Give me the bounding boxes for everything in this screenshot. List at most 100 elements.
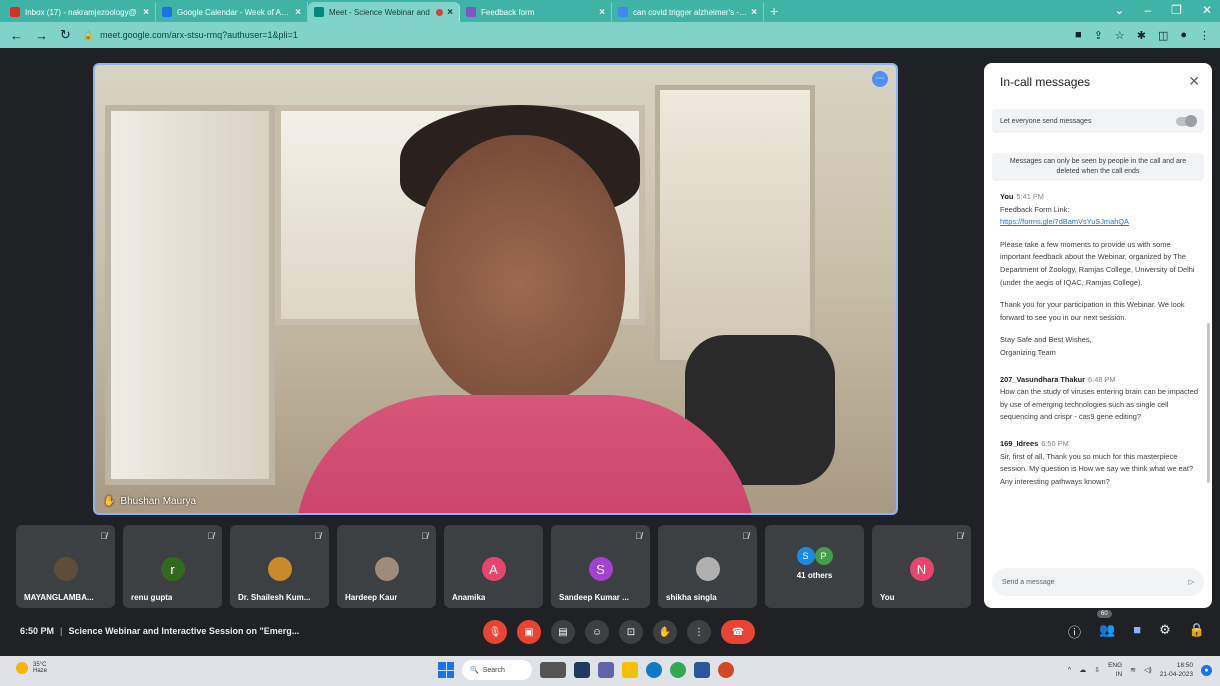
video-options-icon[interactable]: ⋯ xyxy=(872,71,888,87)
address-bar[interactable]: 🔒 meet.google.com/arx-stsu-rmq?authuser=… xyxy=(83,25,1063,45)
bookmark-star-icon[interactable]: ☆ xyxy=(1115,29,1125,42)
file-explorer-icon[interactable] xyxy=(622,662,638,678)
send-icon[interactable]: ▷ xyxy=(1189,578,1194,586)
teams-icon[interactable] xyxy=(598,662,614,678)
taskbar-search[interactable]: 🔍 Search xyxy=(462,660,532,680)
participant-tile[interactable]: 🎙̸ S Sandeep Kumar ... xyxy=(551,525,650,608)
close-tab-icon[interactable]: × xyxy=(599,7,605,18)
info-icon[interactable]: ⓘ xyxy=(1068,622,1081,641)
edge-icon[interactable] xyxy=(646,662,662,678)
participant-name: You xyxy=(880,593,895,602)
extensions-icon[interactable]: ✱ xyxy=(1137,29,1146,42)
participant-tile[interactable]: 🎙̸ r renu gupta xyxy=(123,525,222,608)
people-count-badge: 60 xyxy=(1097,610,1112,618)
tab-search-icon[interactable]: ⌄ xyxy=(1114,3,1124,17)
weather-widget[interactable]: 35°C Haze xyxy=(16,662,47,674)
share-icon[interactable]: ⇪ xyxy=(1094,29,1103,42)
browser-tab[interactable]: Inbox (17) - nakramjezoology@ × xyxy=(4,2,156,22)
tab-title: Inbox (17) - nakramjezoology@ xyxy=(25,7,137,17)
browser-tab[interactable]: can covid trigger alzheimer's - G × xyxy=(612,2,764,22)
tab-title: Google Calendar - Week of April xyxy=(177,7,292,17)
recording-icon xyxy=(436,8,444,16)
chrome-menu-icon[interactable]: ⋮ xyxy=(1199,29,1210,42)
mic-off-icon: 🎙̸ xyxy=(635,531,642,541)
avatar: A xyxy=(481,557,506,581)
chat-scrollbar[interactable] xyxy=(1207,323,1210,483)
minimize-button[interactable]: – xyxy=(1144,3,1151,17)
leave-call-button[interactable]: ☎ xyxy=(721,620,755,644)
sidepanel-icon[interactable]: ◫ xyxy=(1158,29,1168,42)
onedrive-icon[interactable]: ☁ xyxy=(1079,666,1086,674)
send-message-input[interactable]: Send a message ▷ xyxy=(992,568,1204,596)
others-tile[interactable]: S P 41 others xyxy=(765,525,864,608)
word-icon[interactable] xyxy=(694,662,710,678)
close-window-button[interactable]: ✕ xyxy=(1202,3,1212,17)
taskbar-clock[interactable]: 18:50 21-04-2023 xyxy=(1160,661,1193,679)
raise-hand-button[interactable]: ✋ xyxy=(653,620,677,644)
main-video[interactable]: ⋯ ✋ Bhushan Maurya xyxy=(93,63,898,515)
browser-tab[interactable]: Google Calendar - Week of April × xyxy=(156,2,308,22)
wifi-icon[interactable]: ≋ xyxy=(1130,666,1136,674)
language-indicator[interactable]: ENG IN xyxy=(1108,661,1122,679)
tab-title: can covid trigger alzheimer's - G xyxy=(633,7,748,17)
participant-tile[interactable]: 🎙̸ Hardeep Kaur xyxy=(337,525,436,608)
forward-button[interactable]: → xyxy=(35,28,48,43)
avatar: S xyxy=(588,557,613,581)
widgets-icon[interactable] xyxy=(540,662,566,678)
volume-icon[interactable]: ◁) xyxy=(1144,666,1152,674)
show-hidden-icons[interactable]: ^ xyxy=(1068,667,1071,674)
message-time: 6:48 PM xyxy=(1088,374,1116,384)
camera-toggle-button[interactable]: ▣ xyxy=(517,620,541,644)
more-options-button[interactable]: ⋮ xyxy=(687,620,711,644)
participant-tile[interactable]: 🎙̸ MAYANGLAMBA... xyxy=(16,525,115,608)
new-tab-button[interactable]: + xyxy=(770,2,778,22)
close-tab-icon[interactable]: × xyxy=(447,7,453,18)
message-time: 5:41 PM xyxy=(1016,192,1044,201)
weather-condition: Haze xyxy=(33,668,48,674)
participant-name: Dr. Shailesh Kum... xyxy=(238,593,311,602)
close-tab-icon[interactable]: × xyxy=(295,7,301,18)
meeting-time: 6:50 PM xyxy=(20,626,55,636)
avatar xyxy=(267,557,292,581)
participant-tile[interactable]: 🎙̸ shikha singla xyxy=(658,525,757,608)
camera-icon[interactable]: ■ xyxy=(1075,29,1082,42)
message-text: Please take a few moments to provide us … xyxy=(1000,239,1195,287)
participant-name: renu gupta xyxy=(131,593,173,602)
feedback-form-link[interactable]: https://forms.gle/7dBamVsYuSJmahQA xyxy=(1000,216,1200,229)
chrome-icon[interactable] xyxy=(670,662,686,678)
close-tab-icon[interactable]: × xyxy=(751,7,757,18)
chat-icon[interactable]: ■ xyxy=(1133,622,1141,641)
restore-button[interactable]: ❐ xyxy=(1171,3,1182,17)
mic-toggle-button[interactable]: 🎙 xyxy=(483,620,507,644)
self-tile[interactable]: 🎙̸ N You xyxy=(872,525,971,608)
captions-button[interactable]: ▤ xyxy=(551,620,575,644)
profile-avatar[interactable]: ● xyxy=(1180,29,1187,42)
host-controls-icon[interactable]: 🔒 xyxy=(1189,622,1205,641)
presenter-label: ✋ Bhushan Maurya xyxy=(103,496,196,507)
browser-tab-strip: Inbox (17) - nakramjezoology@ × Google Cal… xyxy=(0,0,1220,22)
task-view-icon[interactable] xyxy=(574,662,590,678)
notification-icon[interactable]: ● xyxy=(1201,664,1212,676)
more-vert-icon: ⋮ xyxy=(694,626,704,638)
close-chat-button[interactable]: ✕ xyxy=(1188,73,1200,90)
sun-icon xyxy=(16,662,28,674)
close-tab-icon[interactable]: × xyxy=(143,7,149,18)
reload-button[interactable]: ↻ xyxy=(60,27,71,43)
present-button[interactable]: ⊡ xyxy=(619,620,643,644)
favicon-icon xyxy=(10,7,20,17)
people-icon[interactable]: 👥 60 xyxy=(1097,610,1115,641)
emoji-button[interactable]: ☺ xyxy=(585,620,609,644)
message-text: Feedback Form Link: xyxy=(1000,204,1070,214)
browser-tab[interactable]: Feedback form × xyxy=(460,2,612,22)
back-button[interactable]: ← xyxy=(10,28,23,43)
allow-messages-toggle[interactable] xyxy=(1176,114,1197,127)
participant-tile[interactable]: A Anamika xyxy=(444,525,543,608)
start-button[interactable] xyxy=(438,662,454,678)
usb-icon[interactable]: ⇩ xyxy=(1094,666,1100,674)
meet-stage: ⋯ ✋ Bhushan Maurya 🎙̸ MAYANGLAMBA... 🎙̸ r re… xyxy=(0,48,1220,656)
browser-tab[interactable]: Meet - Science Webinar and × xyxy=(308,2,460,22)
powerpoint-icon[interactable] xyxy=(718,662,734,678)
participant-tile[interactable]: 🎙̸ Dr. Shailesh Kum... xyxy=(230,525,329,608)
present-icon: ⊡ xyxy=(626,626,636,638)
activities-icon[interactable]: ⚙ xyxy=(1159,622,1171,641)
